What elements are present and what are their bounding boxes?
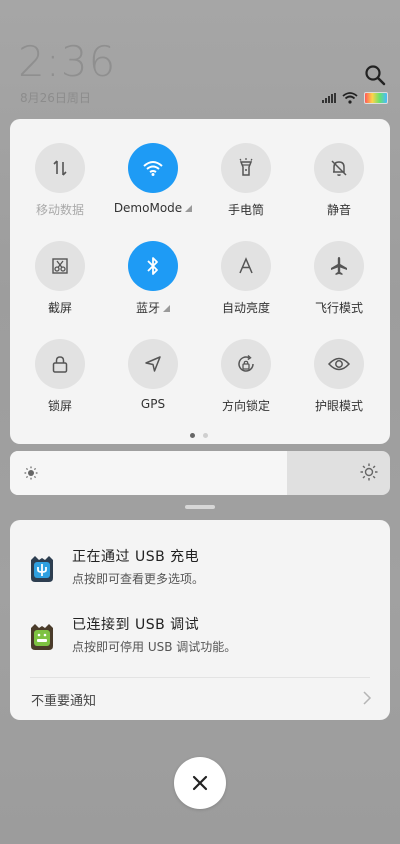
notification-subtitle: 点按即可停用 USB 调试功能。	[72, 640, 237, 654]
chevron-right-icon[interactable]	[362, 690, 372, 710]
brightness-slider[interactable]	[10, 451, 390, 495]
notification-subtitle: 点按即可查看更多选项。	[72, 572, 205, 586]
page-dot[interactable]	[203, 433, 208, 438]
lock-icon	[35, 339, 85, 389]
auto-brightness-icon	[221, 241, 271, 291]
tile-flashlight[interactable]: 手电筒	[206, 143, 286, 233]
clock: 2:36	[18, 37, 117, 86]
tile-label: 截屏	[47, 301, 72, 315]
android-debug-icon	[27, 622, 57, 652]
close-icon	[192, 775, 208, 791]
notification-usb-charging[interactable]: 正在通过 USB 充电 点按即可查看更多选项。	[10, 542, 390, 590]
tile-gps[interactable]: GPS	[113, 339, 193, 429]
page-dot-active[interactable]	[190, 433, 195, 438]
tile-label: 护眼模式	[314, 399, 363, 413]
tile-airplane[interactable]: 飞行模式	[299, 241, 379, 331]
wifi-icon	[128, 143, 178, 193]
tile-label: DemoMode	[113, 201, 183, 215]
notification-usb-debugging[interactable]: 已连接到 USB 调试 点按即可停用 USB 调试功能。	[10, 610, 390, 658]
notification-title: 正在通过 USB 充电	[72, 549, 200, 565]
tile-eye-protection[interactable]: 护眼模式	[299, 339, 379, 429]
clear-all-button[interactable]	[174, 757, 226, 809]
page-indicator	[190, 433, 208, 438]
unimportant-notifications-link[interactable]: 不重要通知	[31, 690, 96, 709]
signal-icon	[322, 93, 336, 103]
airplane-icon	[314, 241, 364, 291]
tile-label: 手电筒	[227, 203, 264, 217]
divider	[30, 677, 370, 678]
tile-label: GPS	[140, 397, 166, 411]
tile-label: 蓝牙	[135, 301, 160, 315]
tile-label: 飞行模式	[314, 301, 363, 315]
tile-rotation-lock[interactable]: 方向锁定	[206, 339, 286, 429]
tile-label: 移动数据	[35, 203, 84, 217]
tile-bluetooth[interactable]: 蓝牙	[113, 241, 193, 331]
tile-label: 方向锁定	[221, 399, 270, 413]
tile-lock-screen[interactable]: 锁屏	[20, 339, 100, 429]
gps-icon	[128, 339, 178, 389]
tile-auto-brightness[interactable]: 自动亮度	[206, 241, 286, 331]
tile-label: 自动亮度	[221, 301, 270, 315]
bluetooth-icon	[128, 241, 178, 291]
search-icon[interactable]	[364, 64, 386, 86]
tile-mobile-data[interactable]: 移动数据	[20, 143, 100, 233]
flashlight-icon	[221, 143, 271, 193]
status-bar-icons	[322, 92, 388, 104]
mobile-data-icon	[35, 143, 85, 193]
drag-handle[interactable]	[185, 505, 215, 509]
brightness-high-icon	[360, 463, 378, 485]
screenshot-icon	[35, 241, 85, 291]
rotation-lock-icon	[221, 339, 271, 389]
tile-silent[interactable]: 静音	[299, 143, 379, 233]
brightness-fill	[10, 451, 288, 495]
date: 8月26日周日	[20, 91, 91, 105]
wifi-icon	[342, 92, 358, 104]
notifications-panel: 正在通过 USB 充电 点按即可查看更多选项。 已连接到 USB 调试 点按即可…	[10, 520, 390, 720]
more-options-icon	[163, 305, 170, 312]
usb-icon	[27, 554, 57, 584]
notification-title: 已连接到 USB 调试	[72, 617, 200, 633]
battery-icon	[364, 92, 388, 104]
tile-wifi[interactable]: DemoMode	[113, 143, 193, 233]
brightness-low-icon	[24, 465, 38, 484]
tile-label: 静音	[326, 203, 351, 217]
silent-bell-icon	[314, 143, 364, 193]
quick-settings-panel: 移动数据 DemoMode 手电筒 静音 截屏 蓝牙 自动亮度 飞行模式 锁屏 …	[10, 119, 390, 444]
eye-icon	[314, 339, 364, 389]
tile-label: 锁屏	[47, 399, 72, 413]
tile-screenshot[interactable]: 截屏	[20, 241, 100, 331]
more-options-icon	[185, 205, 193, 212]
